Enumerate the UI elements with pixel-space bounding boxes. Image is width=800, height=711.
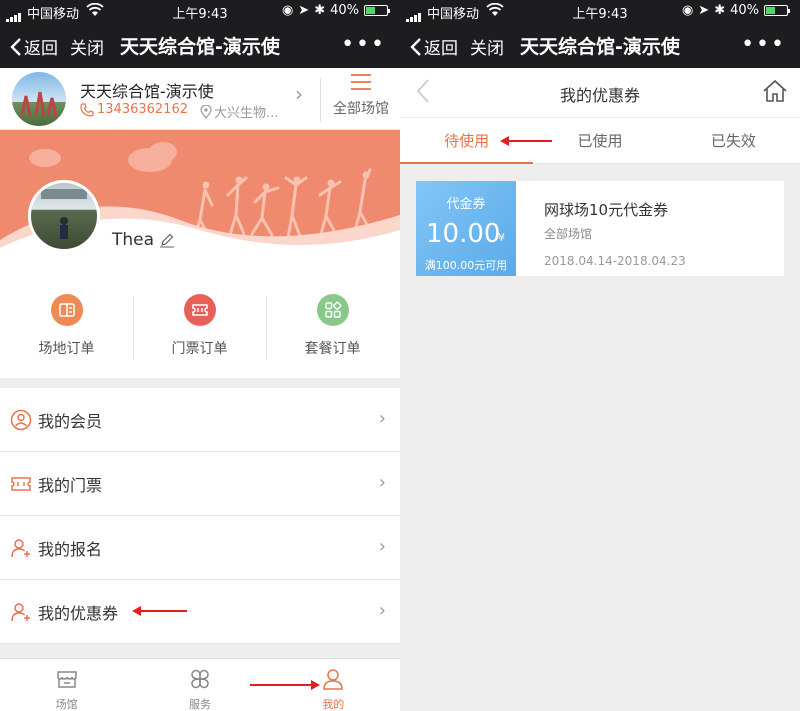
chevron-right-icon: › bbox=[378, 408, 386, 429]
nav-bar: 返回 关闭 天天综合馆-演示使 ••• bbox=[400, 22, 800, 68]
chevron-right-icon: › bbox=[378, 472, 386, 493]
menu-item-coupons[interactable]: 我的优惠券 › bbox=[0, 580, 400, 644]
annotation-arrow bbox=[250, 680, 320, 690]
tab-label: 场馆 bbox=[55, 698, 78, 711]
ticket-orders-button[interactable]: 门票订单 bbox=[133, 290, 266, 370]
venue-phone-text: 13436362162 bbox=[97, 102, 188, 117]
coupon-info: 网球场10元代金券 全部场馆 2018.04.14-2018.04.23 bbox=[516, 181, 686, 276]
chevron-right-icon: › bbox=[378, 600, 386, 621]
package-order-icon bbox=[316, 294, 349, 326]
status-bar: 中国移动 上午9:43 ◉ ➤ ✱ 40% bbox=[400, 0, 800, 22]
more-icon[interactable]: ••• bbox=[341, 32, 386, 57]
venue-thumbnail bbox=[12, 72, 66, 126]
location-pin-icon bbox=[200, 104, 212, 119]
battery-percent: 40% bbox=[730, 3, 759, 18]
navigation-icon: ➤ bbox=[698, 3, 710, 18]
chevron-right-icon: › bbox=[295, 82, 303, 106]
section-gap bbox=[0, 644, 400, 658]
tab-service[interactable]: 服务 bbox=[133, 659, 266, 711]
menu-icon bbox=[351, 74, 371, 90]
all-venues-button[interactable]: 全部场馆 bbox=[322, 72, 400, 118]
username[interactable]: Thea bbox=[112, 230, 175, 250]
ticket-order-icon bbox=[183, 294, 216, 326]
venue-address: 大兴生物... bbox=[200, 102, 278, 121]
venue-name: 天天综合馆-演示使 bbox=[80, 82, 214, 101]
ticket-orders-label: 门票订单 bbox=[171, 341, 228, 357]
location-icon: ◉ bbox=[281, 3, 294, 18]
status-bar: 中国移动 上午9:43 ◉ ➤ ✱ 40% bbox=[0, 0, 400, 22]
divider bbox=[320, 78, 321, 122]
location-icon: ◉ bbox=[681, 3, 694, 18]
tab-expired[interactable]: 已失效 bbox=[667, 118, 800, 163]
annotation-arrow bbox=[500, 136, 552, 146]
venue-icon bbox=[56, 671, 77, 688]
menu-item-membership[interactable]: 我的会员 › bbox=[0, 388, 400, 452]
menu-item-label: 我的报名 bbox=[38, 539, 103, 559]
phone-icon bbox=[80, 102, 94, 117]
venue-phone[interactable]: 13436362162 bbox=[80, 102, 188, 117]
venue-order-icon bbox=[50, 294, 83, 326]
venue-orders-label: 场地订单 bbox=[38, 341, 95, 357]
tab-used[interactable]: 已使用 bbox=[533, 118, 666, 163]
tab-label: 服务 bbox=[188, 698, 211, 711]
tab-venue[interactable]: 场馆 bbox=[0, 659, 133, 711]
section-gap bbox=[0, 378, 400, 388]
ticket-icon bbox=[11, 476, 31, 491]
coupon-card[interactable]: 代金券 10.00 ¥ 满100.00元可用 网球场10元代金券 全部场馆 20… bbox=[416, 181, 784, 276]
battery-icon bbox=[764, 5, 790, 16]
coupon-scope: 全部场馆 bbox=[544, 227, 593, 241]
coupons-screen: 中国移动 上午9:43 ◉ ➤ ✱ 40% 返回 关闭 天天综合馆-演示使 ••… bbox=[400, 0, 800, 711]
service-icon bbox=[191, 669, 209, 689]
all-venues-label: 全部场馆 bbox=[333, 101, 389, 117]
tab-label: 我的 bbox=[322, 698, 345, 711]
venue-orders-button[interactable]: 场地订单 bbox=[0, 290, 133, 370]
menu-item-signups[interactable]: 我的报名 › bbox=[0, 516, 400, 580]
coupon-dates: 2018.04.14-2018.04.23 bbox=[544, 254, 686, 268]
user-avatar[interactable] bbox=[28, 180, 100, 252]
coupons-title: 我的优惠券 bbox=[559, 86, 640, 105]
coupon-icon bbox=[11, 602, 30, 621]
package-orders-button[interactable]: 套餐订单 bbox=[266, 290, 399, 370]
annotation-arrow bbox=[132, 606, 187, 616]
username-text: Thea bbox=[112, 230, 155, 250]
order-shortcuts: 场地订单 门票订单 套餐订单 bbox=[0, 290, 400, 370]
battery-percent: 40% bbox=[330, 3, 359, 18]
page-title: 天天综合馆-演示使 bbox=[120, 36, 280, 58]
bluetooth-icon: ✱ bbox=[314, 3, 326, 18]
bluetooth-icon: ✱ bbox=[714, 3, 726, 18]
signup-icon bbox=[11, 538, 30, 557]
more-icon[interactable]: ••• bbox=[741, 32, 786, 57]
coupon-condition: 满100.00元可用 bbox=[424, 259, 508, 272]
venue-header[interactable]: 天天综合馆-演示使 13436362162 大兴生物... › 全部场馆 bbox=[0, 68, 400, 130]
venue-address-text: 大兴生物... bbox=[214, 106, 279, 121]
coupon-tabs: 待使用 已使用 已失效 bbox=[400, 118, 800, 164]
profile-menu: 我的会员 › 我的门票 › 我的报名 › 我的优惠券 › bbox=[0, 388, 400, 644]
menu-item-label: 我的会员 bbox=[38, 411, 103, 431]
profile-screen: 中国移动 上午9:43 ◉ ➤ ✱ 40% 返回 关闭 天天综合馆-演示使 ••… bbox=[0, 0, 400, 711]
coupon-name: 网球场10元代金券 bbox=[544, 201, 669, 219]
menu-item-tickets[interactable]: 我的门票 › bbox=[0, 452, 400, 516]
coupons-header: 我的优惠券 bbox=[400, 68, 800, 118]
coupon-face: 代金券 10.00 ¥ 满100.00元可用 bbox=[416, 181, 520, 276]
package-orders-label: 套餐订单 bbox=[304, 341, 361, 357]
battery-icon bbox=[364, 5, 390, 16]
coupon-currency: ¥ bbox=[498, 231, 505, 244]
edit-pencil-icon[interactable] bbox=[159, 232, 175, 248]
home-icon[interactable] bbox=[762, 78, 788, 104]
tab-bar: 场馆 服务 我的 bbox=[0, 658, 400, 711]
nav-bar: 返回 关闭 天天综合馆-演示使 ••• bbox=[0, 22, 400, 68]
page-title: 天天综合馆-演示使 bbox=[520, 36, 680, 58]
menu-item-label: 我的门票 bbox=[38, 475, 103, 495]
coupon-type: 代金券 bbox=[446, 197, 486, 212]
menu-item-label: 我的优惠券 bbox=[38, 603, 119, 623]
profile-icon bbox=[323, 669, 344, 690]
member-icon bbox=[10, 409, 32, 430]
coupon-amount: 10.00 bbox=[426, 219, 501, 249]
navigation-icon: ➤ bbox=[298, 3, 310, 18]
chevron-right-icon: › bbox=[378, 536, 386, 557]
